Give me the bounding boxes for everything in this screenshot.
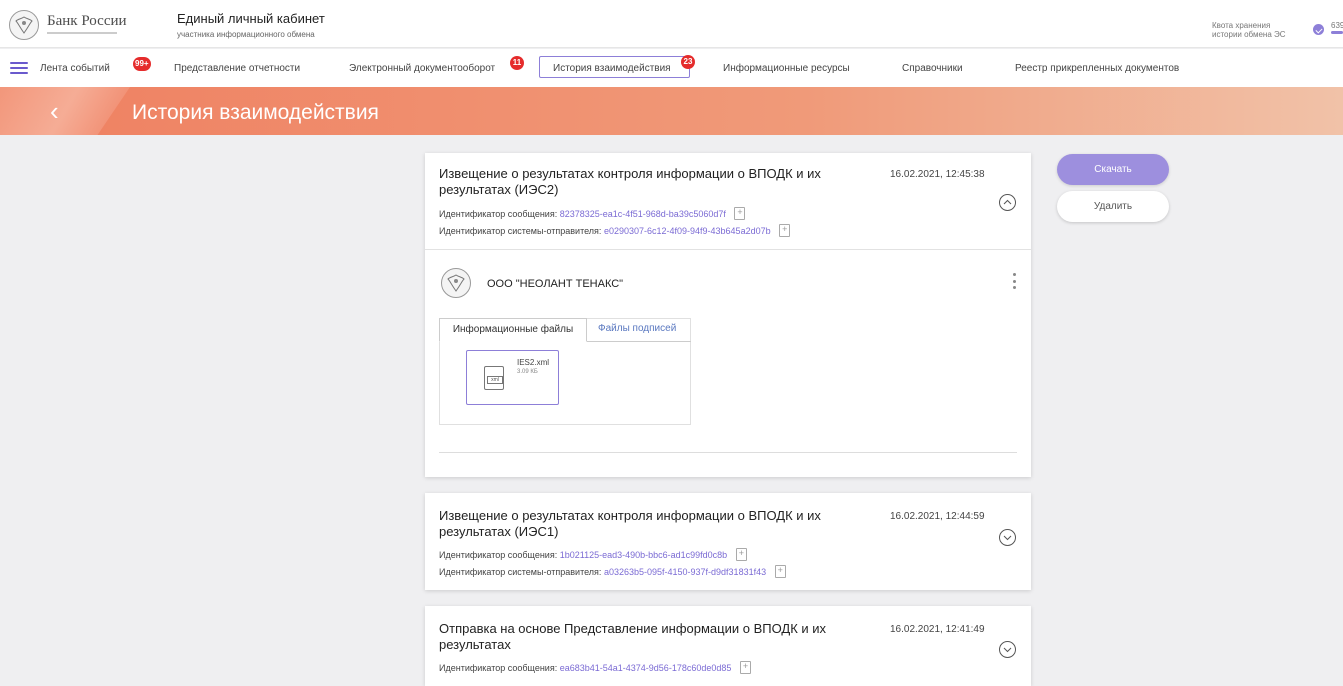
organization-emblem-icon: [441, 268, 471, 298]
file-name: IES2.xml: [517, 358, 550, 367]
tab-signature-files[interactable]: Файлы подписей: [598, 323, 676, 334]
quota-progress-bar: [1331, 31, 1343, 34]
message-card[interactable]: Отправка на основе Представление информа…: [425, 606, 1031, 686]
nav-item-references[interactable]: Справочники: [902, 63, 963, 74]
brand-name[interactable]: Банк России: [47, 13, 127, 30]
nav-item-edo[interactable]: Электронный документооборот: [349, 63, 495, 74]
chevron-up-icon[interactable]: [999, 194, 1016, 211]
events-badge: 99+: [133, 57, 151, 71]
message-id-label: Идентификатор сообщения:: [439, 209, 558, 219]
portal-title: Единый личный кабинет: [177, 11, 325, 26]
file-size: 3.09 КБ: [517, 369, 538, 375]
quota-toggle-icon[interactable]: [1313, 24, 1324, 35]
back-arrow-icon[interactable]: ‹: [50, 98, 59, 124]
tab-info-files[interactable]: Информационные файлы: [439, 318, 587, 342]
message-id-line: Идентификатор сообщения: 1b021125-ead3-4…: [439, 548, 747, 561]
nav-item-events[interactable]: Лента событий: [40, 63, 110, 74]
download-button[interactable]: Скачать: [1057, 154, 1169, 185]
copy-icon[interactable]: [779, 224, 791, 237]
card-title: Извещение о результатах контроля информа…: [439, 166, 821, 197]
message-id-label: Идентификатор сообщения:: [439, 550, 558, 560]
tabs-underline: [587, 341, 691, 342]
chevron-down-icon[interactable]: [999, 641, 1016, 658]
sender-id-label: Идентификатор системы-отправителя:: [439, 567, 602, 577]
history-badge: 23: [681, 55, 695, 69]
chevron-down-icon[interactable]: [999, 529, 1016, 546]
card-divider: [425, 249, 1031, 250]
more-options-icon[interactable]: [1013, 273, 1017, 289]
bank-emblem-icon[interactable]: [9, 10, 39, 40]
message-id-label: Идентификатор сообщения:: [439, 663, 558, 673]
nav-item-reporting[interactable]: Представление отчетности: [174, 63, 300, 74]
copy-icon[interactable]: [734, 207, 746, 220]
edo-badge: 11: [510, 56, 524, 70]
menu-icon[interactable]: [10, 62, 28, 74]
card-date: 16.02.2021, 12:45:38: [890, 169, 985, 180]
sender-id-value[interactable]: a03263b5-095f-4150-937f-d9df31831f43: [604, 567, 766, 577]
sender-id-line: Идентификатор системы-отправителя: a0326…: [439, 565, 786, 578]
message-id-value[interactable]: ea683b41-54a1-4374-9d56-178c60de0d85: [560, 663, 732, 673]
card-title: Отправка на основе Представление информа…: [439, 621, 827, 652]
nav-item-info-resources[interactable]: Информационные ресурсы: [723, 63, 850, 74]
card-title: Извещение о результатах контроля информа…: [439, 508, 821, 539]
delete-button[interactable]: Удалить: [1057, 191, 1169, 222]
copy-icon[interactable]: [735, 548, 747, 561]
quota-label: Квота хранения истории обмена ЭС: [1212, 21, 1286, 39]
copy-icon[interactable]: [739, 661, 751, 674]
quota-value: 639: [1331, 21, 1343, 30]
nav-item-attached-docs[interactable]: Реестр прикрепленных документов: [1015, 63, 1179, 74]
card-date: 16.02.2021, 12:44:59: [890, 511, 985, 522]
message-id-line: Идентификатор сообщения: ea683b41-54a1-4…: [439, 661, 751, 674]
sender-id-label: Идентификатор системы-отправителя:: [439, 226, 602, 236]
sender-id-value[interactable]: e0290307-6c12-4f09-94f9-43b645a2d07b: [604, 226, 771, 236]
brand-tagline-line: [47, 32, 117, 34]
detail-divider: [439, 452, 1017, 453]
band-decoration: [0, 87, 130, 135]
organization-name: ООО "НЕОЛАНТ ТЕНАКС": [487, 278, 624, 290]
portal-subtitle: участника информационного обмена: [177, 30, 315, 39]
message-card-expanded[interactable]: Извещение о результатах контроля информа…: [425, 153, 1031, 477]
sender-id-line: Идентификатор системы-отправителя: e0290…: [439, 224, 791, 237]
message-id-value[interactable]: 1b021125-ead3-490b-bbc6-ad1c99fd0c8b: [560, 550, 727, 560]
card-date: 16.02.2021, 12:41:49: [890, 624, 985, 635]
message-card[interactable]: Извещение о результатах контроля информа…: [425, 493, 1031, 590]
nav-item-history[interactable]: История взаимодействия: [553, 63, 671, 74]
page-title: История взаимодействия: [132, 101, 379, 124]
file-type-tag: xml: [487, 376, 503, 384]
message-id-value[interactable]: 82378325-ea1c-4f51-968d-ba39c5060d7f: [560, 209, 726, 219]
copy-icon[interactable]: [774, 565, 786, 578]
message-id-line: Идентификатор сообщения: 82378325-ea1c-4…: [439, 207, 746, 220]
